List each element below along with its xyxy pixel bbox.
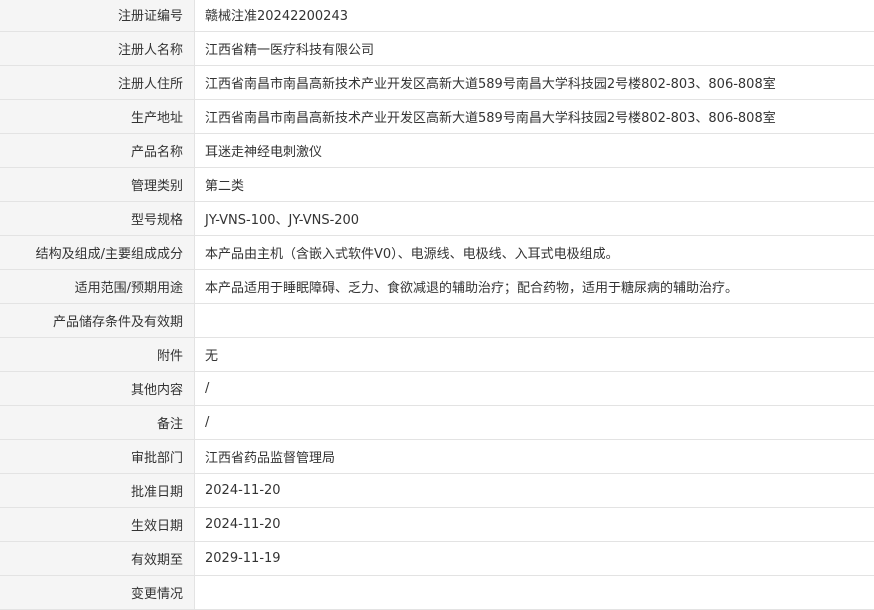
row-label: 备注 <box>0 406 195 440</box>
row-label: 型号规格 <box>0 202 195 236</box>
row-structure-composition: 结构及组成/主要组成成分 本产品由主机（含嵌入式软件V0）、电源线、电极线、入耳… <box>0 236 874 270</box>
row-registration-number: 注册证编号 赣械注准20242200243 <box>0 0 874 32</box>
row-approval-date: 批准日期 2024-11-20 <box>0 474 874 508</box>
row-label: 注册人名称 <box>0 32 195 66</box>
row-model-spec: 型号规格 JY-VNS-100、JY-VNS-200 <box>0 202 874 236</box>
row-label: 生产地址 <box>0 100 195 134</box>
row-value <box>195 304 874 338</box>
row-registrant-address: 注册人住所 江西省南昌市南昌高新技术产业开发区高新大道589号南昌大学科技园2号… <box>0 66 874 100</box>
row-intended-use: 适用范围/预期用途 本产品适用于睡眠障碍、乏力、食欲减退的辅助治疗；配合药物，适… <box>0 270 874 304</box>
row-production-address: 生产地址 江西省南昌市南昌高新技术产业开发区高新大道589号南昌大学科技园2号楼… <box>0 100 874 134</box>
row-label: 审批部门 <box>0 440 195 474</box>
row-product-name: 产品名称 耳迷走神经电刺激仪 <box>0 134 874 168</box>
row-value: 赣械注准20242200243 <box>195 0 874 32</box>
row-value: 江西省精一医疗科技有限公司 <box>195 32 874 66</box>
row-value: 本产品由主机（含嵌入式软件V0）、电源线、电极线、入耳式电极组成。 <box>195 236 874 270</box>
row-label: 有效期至 <box>0 542 195 576</box>
row-label: 附件 <box>0 338 195 372</box>
row-label: 注册人住所 <box>0 66 195 100</box>
row-label: 产品名称 <box>0 134 195 168</box>
row-label: 产品储存条件及有效期 <box>0 304 195 338</box>
row-label: 管理类别 <box>0 168 195 202</box>
row-value: 无 <box>195 338 874 372</box>
row-value: 江西省药品监督管理局 <box>195 440 874 474</box>
row-value: 江西省南昌市南昌高新技术产业开发区高新大道589号南昌大学科技园2号楼802-8… <box>195 100 874 134</box>
row-label: 适用范围/预期用途 <box>0 270 195 304</box>
row-value: 第二类 <box>195 168 874 202</box>
row-label: 注册证编号 <box>0 0 195 32</box>
row-label: 生效日期 <box>0 508 195 542</box>
row-management-category: 管理类别 第二类 <box>0 168 874 202</box>
row-value: / <box>195 406 874 440</box>
row-label: 变更情况 <box>0 576 195 610</box>
row-approval-department: 审批部门 江西省药品监督管理局 <box>0 440 874 474</box>
registration-detail-table: 注册证编号 赣械注准20242200243 注册人名称 江西省精一医疗科技有限公… <box>0 0 874 610</box>
row-value: 2024-11-20 <box>195 474 874 508</box>
row-value <box>195 576 874 610</box>
row-value: 耳迷走神经电刺激仪 <box>195 134 874 168</box>
row-value: 2029-11-19 <box>195 542 874 576</box>
row-remarks: 备注 / <box>0 406 874 440</box>
row-change-history: 变更情况 <box>0 576 874 610</box>
row-attachments: 附件 无 <box>0 338 874 372</box>
row-storage-validity: 产品储存条件及有效期 <box>0 304 874 338</box>
row-registrant-name: 注册人名称 江西省精一医疗科技有限公司 <box>0 32 874 66</box>
row-value: 江西省南昌市南昌高新技术产业开发区高新大道589号南昌大学科技园2号楼802-8… <box>195 66 874 100</box>
row-effective-date: 生效日期 2024-11-20 <box>0 508 874 542</box>
row-value: 2024-11-20 <box>195 508 874 542</box>
row-label: 其他内容 <box>0 372 195 406</box>
row-other-content: 其他内容 / <box>0 372 874 406</box>
row-value: 本产品适用于睡眠障碍、乏力、食欲减退的辅助治疗；配合药物，适用于糖尿病的辅助治疗… <box>195 270 874 304</box>
row-value: JY-VNS-100、JY-VNS-200 <box>195 202 874 236</box>
row-expiry-date: 有效期至 2029-11-19 <box>0 542 874 576</box>
row-value: / <box>195 372 874 406</box>
row-label: 批准日期 <box>0 474 195 508</box>
row-label: 结构及组成/主要组成成分 <box>0 236 195 270</box>
